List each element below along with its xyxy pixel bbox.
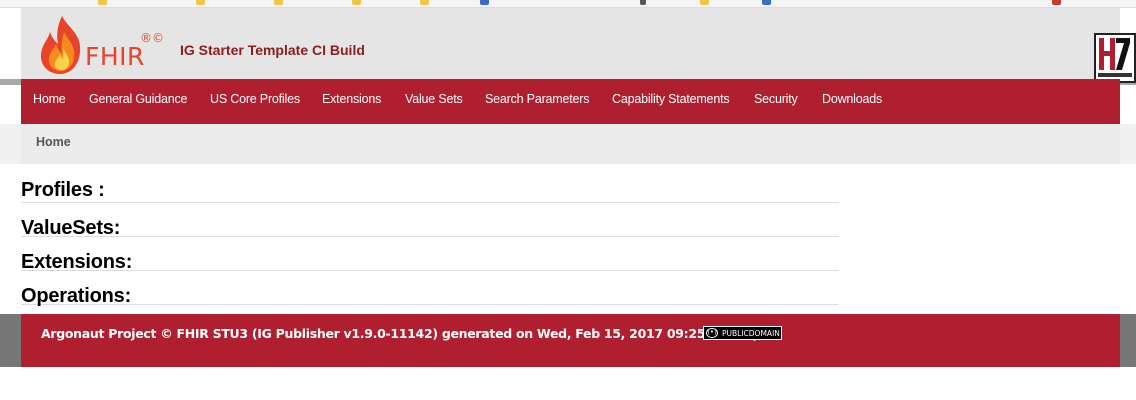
nav-item-general-guidance[interactable]: General Guidance xyxy=(89,92,187,106)
footer-text: Argonaut Project © FHIR STU3 (IG Publish… xyxy=(41,326,757,341)
bookmark-icon[interactable] xyxy=(98,0,107,5)
site-footer: Argonaut Project © FHIR STU3 (IG Publish… xyxy=(21,314,1120,367)
nav-item-us-core-profiles[interactable]: US Core Profiles xyxy=(210,92,300,106)
nav-item-downloads[interactable]: Downloads xyxy=(822,92,882,106)
bookmark-icon[interactable] xyxy=(640,0,646,5)
main-content: Profiles : ValueSets: Extensions: Operat… xyxy=(21,164,839,307)
flame-icon xyxy=(40,16,81,74)
breadcrumb-home-link[interactable]: Home xyxy=(36,135,71,149)
nav-item-security[interactable]: Security xyxy=(754,92,798,106)
public-domain-badge[interactable]: (•) PUBLICDOMAIN xyxy=(703,326,782,340)
section-heading-profiles: Profiles : xyxy=(21,164,839,203)
bookmark-icon[interactable] xyxy=(274,0,283,5)
section-heading-valuesets: ValueSets: xyxy=(21,203,839,239)
site-header: FHIR ®© IG Starter Template CI Build xyxy=(21,8,1136,83)
public-domain-icon: (•) xyxy=(706,328,718,338)
main-navigation: Home General Guidance US Core Profiles E… xyxy=(21,79,1120,124)
nav-item-value-sets[interactable]: Value Sets xyxy=(405,92,463,106)
bookmark-icon[interactable] xyxy=(1052,0,1061,5)
nav-item-search-parameters[interactable]: Search Parameters xyxy=(485,92,589,106)
logo-text[interactable]: FHIR xyxy=(85,42,145,71)
nav-item-capability-statements[interactable]: Capability Statements xyxy=(612,92,730,106)
bookmark-icon[interactable] xyxy=(196,0,205,5)
section-heading-extensions: Extensions: xyxy=(21,237,839,273)
bookmark-icon[interactable] xyxy=(480,0,489,5)
section-heading-operations: Operations: xyxy=(21,271,839,307)
bookmark-icon[interactable] xyxy=(762,0,771,5)
bookmark-icon[interactable] xyxy=(420,0,429,5)
nav-item-home[interactable]: Home xyxy=(33,92,66,106)
browser-bookmarks-strip xyxy=(0,0,1136,8)
bookmark-icon[interactable] xyxy=(700,0,709,5)
hl7-international-logo[interactable] xyxy=(1094,33,1136,83)
nav-item-extensions[interactable]: Extensions xyxy=(322,92,381,106)
hl7-logo-icon xyxy=(1096,35,1134,81)
site-title[interactable]: IG Starter Template CI Build xyxy=(180,42,365,58)
public-domain-label: PUBLICDOMAIN xyxy=(722,329,780,338)
logo-trademark-marks: ®© xyxy=(140,31,164,45)
breadcrumb: Home xyxy=(21,124,1120,164)
bookmark-icon[interactable] xyxy=(352,0,361,5)
